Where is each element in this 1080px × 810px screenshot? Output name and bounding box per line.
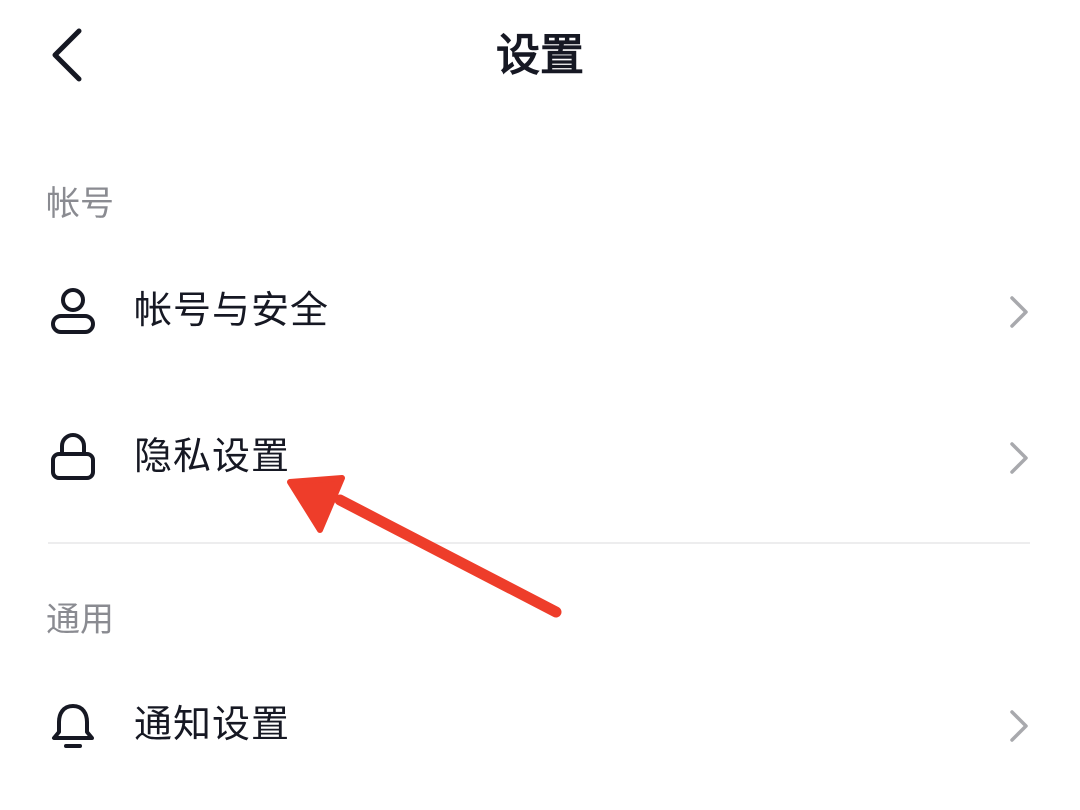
- section-title-general: 通用: [46, 600, 114, 640]
- page-title: 设置: [496, 30, 584, 81]
- menu-item-privacy-settings[interactable]: 隐私设置: [0, 404, 1080, 514]
- user-icon: [51, 288, 95, 334]
- chevron-right-icon: [1010, 296, 1028, 328]
- menu-item-label: 隐私设置: [134, 434, 291, 478]
- menu-item-account-security[interactable]: 帐号与安全: [0, 258, 1080, 368]
- menu-item-label: 通知设置: [134, 702, 291, 746]
- section-divider: [48, 542, 1030, 544]
- lock-icon: [51, 433, 95, 480]
- section-title-account: 帐号: [46, 184, 114, 224]
- menu-item-label: 帐号与安全: [134, 288, 330, 332]
- chevron-right-icon: [1010, 442, 1028, 474]
- menu-item-notification-settings[interactable]: 通知设置: [0, 672, 1080, 782]
- navigation-bar: 设置: [0, 0, 1080, 116]
- settings-page: 设置 帐号 帐号与安全 隐私设置 通用 通知设置: [0, 0, 1080, 810]
- bell-icon: [52, 704, 94, 748]
- chevron-right-icon: [1010, 710, 1028, 742]
